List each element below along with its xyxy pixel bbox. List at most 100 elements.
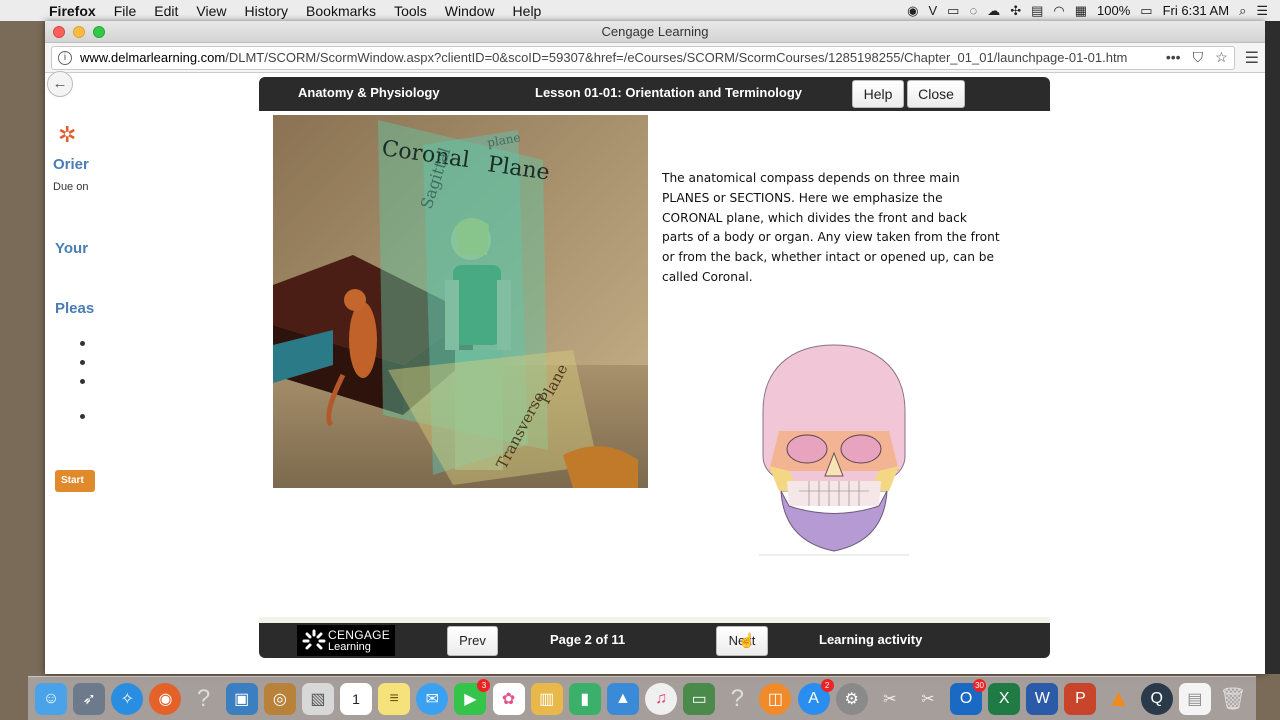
outlook-icon[interactable]: O 30 [950,678,987,715]
url-actions: ••• ⛉ ☆ [1156,49,1228,66]
lms-assignment-title[interactable]: Orier [53,156,89,173]
menu-app-name[interactable]: Firefox [40,3,105,19]
lms-background-page: ← ✲ Orier Due on Your Pleas Start [0,71,260,674]
background-window-edge [1265,21,1280,674]
network-icon[interactable]: ✣ [1010,3,1021,19]
menu-window[interactable]: Window [436,3,504,19]
scissors-tool-icon[interactable]: ✂ [912,683,944,715]
back-button[interactable]: ← [47,71,73,97]
url-text[interactable]: www.delmarlearning.com/DLMT/SCORM/ScormW… [80,50,1156,65]
launchpad-icon[interactable]: ➶ [73,682,106,715]
numbers-icon[interactable]: ▮ [568,682,601,715]
cengage-logo: CENGAGE Learning [297,625,395,656]
calendar-icon[interactable]: 1 [340,682,373,715]
unknown-app-icon[interactable]: ? [721,683,753,715]
cloud-icon[interactable]: ☁ [987,3,1000,19]
menu-tools[interactable]: Tools [385,3,436,19]
app-store-icon[interactable]: A2 [797,678,834,715]
logo-line-1: CENGAGE [328,627,391,642]
facetime-icon[interactable]: ▶ 3 [454,678,491,715]
facetime-badge: 3 [477,678,491,692]
photos-icon[interactable]: ✿ [492,682,525,715]
address-toolbar: i www.delmarlearning.com/DLMT/SCORM/Scor… [45,43,1265,73]
display-icon[interactable]: ▤ [1031,3,1043,19]
dock: ☺ ➶ ✧ ◉ ? ▣ ◎ ▧ 1 ≡ ✉ ▶ 3 ✿ ▥ ▮ ▲ ♫ ▭ ? ◫… [28,676,1256,720]
system-preferences-icon[interactable]: ⚙ [835,682,868,715]
browser-menu-icon[interactable]: ☰ [1245,48,1259,68]
vpn-icon[interactable]: V [929,3,938,18]
cengage-mark-icon [300,627,328,655]
prev-button[interactable]: Prev [447,626,498,656]
help-button[interactable]: Help [852,80,904,108]
course-name: Anatomy & Physiology [298,85,440,100]
skull-coronal-illustration [759,344,909,556]
clock[interactable]: Fri 6:31 AM [1163,3,1229,18]
trash-icon[interactable]: 🗑 [1217,683,1249,715]
contacts-icon[interactable]: ◎ [263,682,296,715]
menu-bar: Firefox File Edit View History Bookmarks… [0,0,1280,21]
books-store-icon[interactable]: ▥ [530,682,563,715]
unknown-app-icon[interactable]: ? [188,683,220,715]
lesson-description: The anatomical compass depends on three … [662,171,1000,284]
preview-icon[interactable]: ▣ [225,682,258,715]
menu-view[interactable]: View [187,3,235,19]
menu-file[interactable]: File [105,3,146,19]
firefox-icon[interactable]: ◉ [149,682,182,715]
learning-activity-link[interactable]: Learning activity [819,632,922,647]
menu-bookmarks[interactable]: Bookmarks [297,3,385,19]
menu-edit[interactable]: Edit [145,3,187,19]
window-minimize-button[interactable] [73,26,85,38]
safari-icon[interactable]: ✧ [111,682,144,715]
url-field[interactable]: i www.delmarlearning.com/DLMT/SCORM/Scor… [51,45,1235,70]
browser-window: Cengage Learning i www.delmarlearning.co… [45,21,1265,674]
sync-icon[interactable]: ◌ [969,3,977,18]
battery-percent[interactable]: 100% [1097,3,1130,18]
keynote-icon[interactable]: ▲ [606,682,639,715]
menu-help[interactable]: Help [504,3,551,19]
planes-scene-image: Coronal Plane Sagittal plane Transverse … [273,115,648,488]
page-actions-icon[interactable]: ••• [1166,49,1181,66]
notification-center-icon[interactable]: ☰ [1256,3,1268,19]
lms-please-heading: Pleas [55,300,95,317]
finder-icon[interactable]: ☺ [35,682,68,715]
spotlight-icon[interactable]: ⌕ [1239,3,1246,19]
pocket-icon[interactable]: ⛉ [1193,49,1204,66]
outlook-badge: 30 [973,678,987,692]
url-path: /DLMT/SCORM/ScormWindow.aspx?clientID=0&… [225,50,1128,65]
quicktime-icon[interactable]: Q [1140,682,1173,715]
excel-icon[interactable]: X [988,682,1021,715]
flag-icon[interactable]: ▦ [1075,3,1087,19]
app-store-badge: 2 [820,678,834,692]
lms-start-button[interactable]: Start [55,470,95,492]
skull-image [759,341,909,557]
menu-history[interactable]: History [235,3,297,19]
scissors-tool-icon[interactable]: ✂ [874,683,906,715]
close-button[interactable]: Close [907,80,965,108]
lesson-player: Anatomy & Physiology Lesson 01-01: Orien… [259,77,1050,661]
window-close-button[interactable] [53,26,65,38]
lesson-header: Anatomy & Physiology Lesson 01-01: Orien… [259,77,1050,111]
vlc-icon[interactable]: ▲ [1103,683,1135,715]
window-maximize-button[interactable] [93,26,105,38]
messages-icon[interactable]: ✉ [416,682,449,715]
window-title: Cengage Learning [601,24,709,39]
coronal-plane-illustration: Coronal Plane Sagittal plane Transverse … [273,115,648,488]
record-icon[interactable]: ◉ [907,3,918,19]
screen-icon[interactable]: ▭ [947,3,959,19]
itunes-icon[interactable]: ♫ [645,682,678,715]
desktop-app-icon[interactable]: ▭ [683,682,716,715]
photo-viewer-icon[interactable]: ▧ [301,682,334,715]
battery-icon[interactable]: ▭ [1140,3,1152,19]
word-icon[interactable]: W [1026,682,1059,715]
url-domain: www.delmarlearning.com [80,50,226,65]
bookmark-star-icon[interactable]: ☆ [1215,49,1228,66]
powerpoint-icon[interactable]: P [1064,682,1097,715]
document-icon[interactable]: ▤ [1178,682,1211,715]
wifi-icon[interactable]: ◠ [1053,3,1064,19]
status-tray: ◉ V ▭ ◌ ☁ ✣ ▤ ◠ ▦ 100% ▭ Fri 6:31 AM ⌕ ☰ [907,3,1280,19]
ibooks-icon[interactable]: ◫ [759,682,792,715]
notes-icon[interactable]: ≡ [378,682,411,715]
lms-your-heading: Your [55,240,89,257]
info-icon[interactable]: i [58,50,72,65]
lms-due-date: Due on [53,181,89,193]
